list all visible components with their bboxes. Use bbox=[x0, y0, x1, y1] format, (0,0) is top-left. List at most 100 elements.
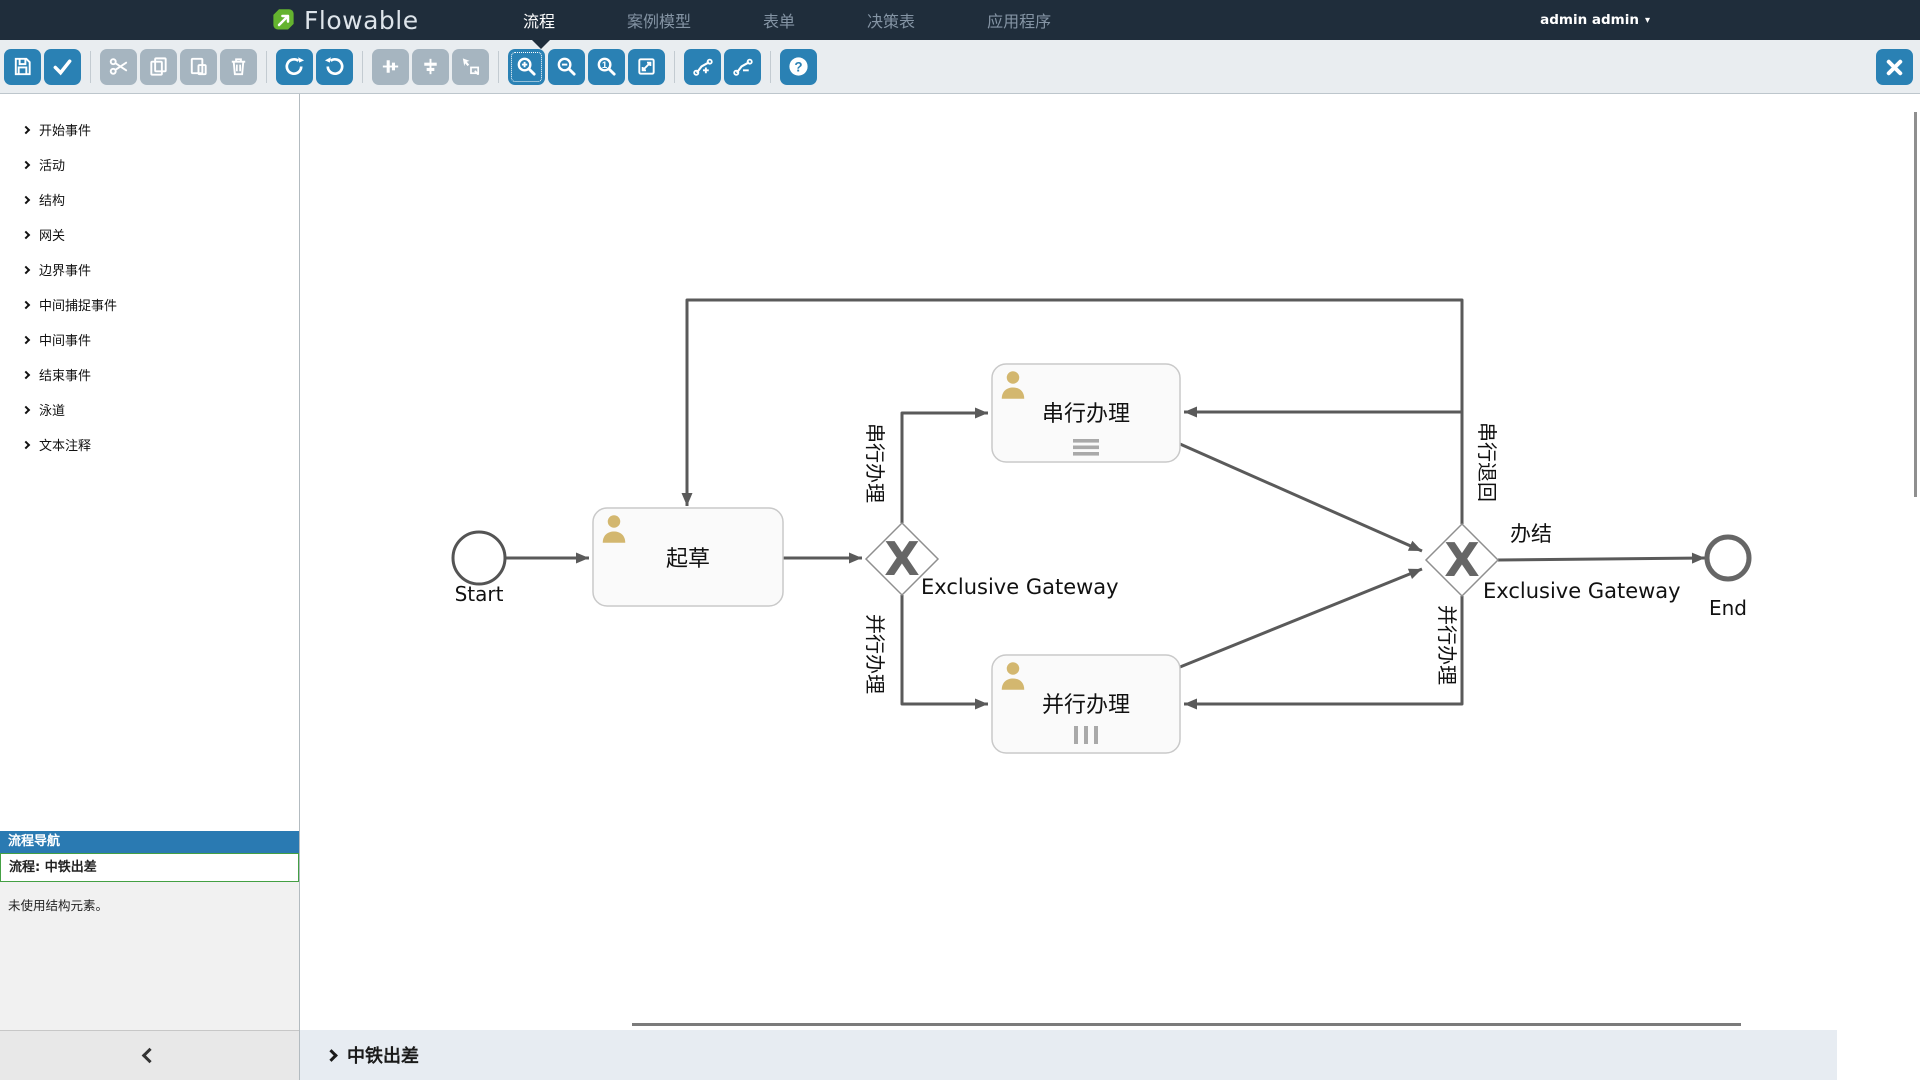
chevron-right-icon bbox=[22, 440, 30, 448]
edge-gateway2-to-end[interactable] bbox=[1498, 558, 1705, 560]
delete-button[interactable] bbox=[220, 49, 257, 85]
help-button[interactable]: ? bbox=[780, 49, 817, 85]
tab-应用程序[interactable]: 应用程序 bbox=[987, 8, 1051, 32]
chevron-right-icon bbox=[22, 265, 30, 273]
palette-group-结构[interactable]: 结构 bbox=[0, 182, 299, 217]
active-tab-caret bbox=[532, 40, 550, 49]
edge-serial-to-gateway2[interactable] bbox=[1180, 444, 1422, 551]
edge-gateway1-to-parallel[interactable] bbox=[902, 595, 988, 704]
task-label: 串行办理 bbox=[1042, 402, 1130, 427]
user-task-serial[interactable]: 串行办理 bbox=[992, 364, 1180, 462]
save-button[interactable] bbox=[4, 49, 41, 85]
shape-palette: 开始事件活动结构网关边界事件中间捕捉事件中间事件结束事件泳道文本注释 bbox=[0, 94, 299, 462]
user-menu[interactable]: admin admin ▾ bbox=[1540, 0, 1650, 40]
toolbar-separator bbox=[674, 51, 675, 83]
zoom-fit-icon bbox=[635, 55, 658, 78]
palette-group-网关[interactable]: 网关 bbox=[0, 217, 299, 252]
chevron-right-icon bbox=[22, 335, 30, 343]
toolbar-separator bbox=[770, 51, 771, 83]
close-editor-button[interactable] bbox=[1876, 49, 1913, 85]
chevron-right-icon bbox=[22, 160, 30, 168]
cut-button[interactable] bbox=[100, 49, 137, 85]
user-task-draft[interactable]: 起草 bbox=[593, 508, 783, 606]
copy-button[interactable] bbox=[140, 49, 177, 85]
process-navigation-panel: 流程导航 流程: 中铁出差 未使用结构元素。 bbox=[0, 831, 299, 1030]
process-navigation-current[interactable]: 流程: 中铁出差 bbox=[0, 853, 299, 882]
validate-button[interactable] bbox=[44, 49, 81, 85]
breadcrumb-bar: 中铁出差 bbox=[300, 1030, 1837, 1080]
zoom-actual-button[interactable]: 1 bbox=[588, 49, 625, 85]
user-task-parallel[interactable]: 并行办理 bbox=[992, 655, 1180, 753]
same-size-icon bbox=[459, 55, 482, 78]
gateway1-label: Exclusive Gateway bbox=[921, 575, 1119, 599]
tab-流程[interactable]: 流程 bbox=[523, 8, 555, 32]
toolbar-separator bbox=[498, 51, 499, 83]
tab-决策表[interactable]: 决策表 bbox=[867, 8, 915, 32]
palette-group-label: 中间事件 bbox=[39, 330, 91, 349]
zoom-in-icon bbox=[515, 55, 538, 78]
collapse-sidebar-button[interactable] bbox=[0, 1030, 299, 1080]
zoom-out-button[interactable] bbox=[548, 49, 585, 85]
toolbar-separator bbox=[362, 51, 363, 83]
process-navigation-header: 流程导航 bbox=[0, 831, 299, 853]
flowable-logo: Flowable bbox=[270, 0, 419, 40]
redo-icon bbox=[283, 55, 306, 78]
gateway2-label: Exclusive Gateway bbox=[1483, 579, 1681, 603]
bendpoint-add-button[interactable] bbox=[684, 49, 721, 85]
edge-gateway1-to-serial[interactable] bbox=[902, 413, 988, 523]
align-vertical-icon bbox=[379, 55, 402, 78]
palette-group-开始事件[interactable]: 开始事件 bbox=[0, 112, 299, 147]
palette-group-活动[interactable]: 活动 bbox=[0, 147, 299, 182]
canvas-horizontal-scrollbar[interactable] bbox=[632, 1023, 1741, 1026]
palette-group-label: 泳道 bbox=[39, 400, 65, 419]
task-label: 并行办理 bbox=[1042, 693, 1130, 718]
tab-表单[interactable]: 表单 bbox=[763, 8, 795, 32]
cut-icon bbox=[107, 55, 130, 78]
palette-group-label: 结束事件 bbox=[39, 365, 91, 384]
zoom-actual-icon: 1 bbox=[595, 55, 618, 78]
zoom-in-button[interactable] bbox=[508, 49, 545, 85]
user-name: admin admin bbox=[1540, 12, 1639, 28]
zoom-fit-button[interactable] bbox=[628, 49, 665, 85]
breadcrumb[interactable]: 中铁出差 bbox=[347, 1042, 419, 1068]
task-label: 起草 bbox=[666, 547, 710, 572]
bendpoint-remove-icon bbox=[731, 55, 754, 78]
help-question-mark: ? bbox=[794, 59, 802, 74]
edge-parallel-to-gateway2[interactable] bbox=[1180, 569, 1422, 667]
bendpoint-remove-button[interactable] bbox=[724, 49, 761, 85]
palette-group-泳道[interactable]: 泳道 bbox=[0, 392, 299, 427]
palette-group-边界事件[interactable]: 边界事件 bbox=[0, 252, 299, 287]
edge-label-finish: 办结 bbox=[1510, 522, 1552, 546]
align-vertical-button[interactable] bbox=[372, 49, 409, 85]
chevron-right-icon bbox=[325, 1049, 338, 1062]
bpmn-canvas[interactable]: Start 起草 串行办理 并行办理 bbox=[301, 94, 1920, 1030]
close-icon bbox=[1883, 56, 1906, 79]
redo-button[interactable] bbox=[276, 49, 313, 85]
palette-group-label: 结构 bbox=[39, 190, 65, 209]
align-horizontal-button[interactable] bbox=[412, 49, 449, 85]
chevron-right-icon bbox=[22, 230, 30, 238]
editor-toolbar: 1 ? bbox=[0, 40, 1920, 94]
palette-group-结束事件[interactable]: 结束事件 bbox=[0, 357, 299, 392]
palette-group-label: 边界事件 bbox=[39, 260, 91, 279]
palette-group-文本注释[interactable]: 文本注释 bbox=[0, 427, 299, 462]
end-event-node[interactable] bbox=[1707, 537, 1749, 579]
start-event-node[interactable] bbox=[453, 532, 505, 584]
parallel-multi-instance-icon bbox=[1074, 726, 1098, 744]
trash-icon bbox=[227, 55, 250, 78]
top-navbar: Flowable 流程 案例模型 表单 决策表 应用程序 admin admin ▾ bbox=[0, 0, 1920, 40]
main-nav-tabs: 流程 案例模型 表单 决策表 应用程序 bbox=[523, 0, 1051, 40]
toolbar-separator bbox=[90, 51, 91, 83]
paste-button[interactable] bbox=[180, 49, 217, 85]
same-size-button[interactable] bbox=[452, 49, 489, 85]
palette-group-中间捕捉事件[interactable]: 中间捕捉事件 bbox=[0, 287, 299, 322]
tab-案例模型[interactable]: 案例模型 bbox=[627, 8, 691, 32]
palette-group-label: 活动 bbox=[39, 155, 65, 174]
bpmn-diagram: Start 起草 串行办理 并行办理 bbox=[301, 94, 1920, 1030]
help-icon: ? bbox=[787, 55, 810, 78]
palette-group-中间事件[interactable]: 中间事件 bbox=[0, 322, 299, 357]
zoom-actual-digit: 1 bbox=[602, 60, 608, 71]
undo-button[interactable] bbox=[316, 49, 353, 85]
chevron-right-icon bbox=[22, 370, 30, 378]
canvas-vertical-scrollbar[interactable] bbox=[1914, 112, 1917, 497]
